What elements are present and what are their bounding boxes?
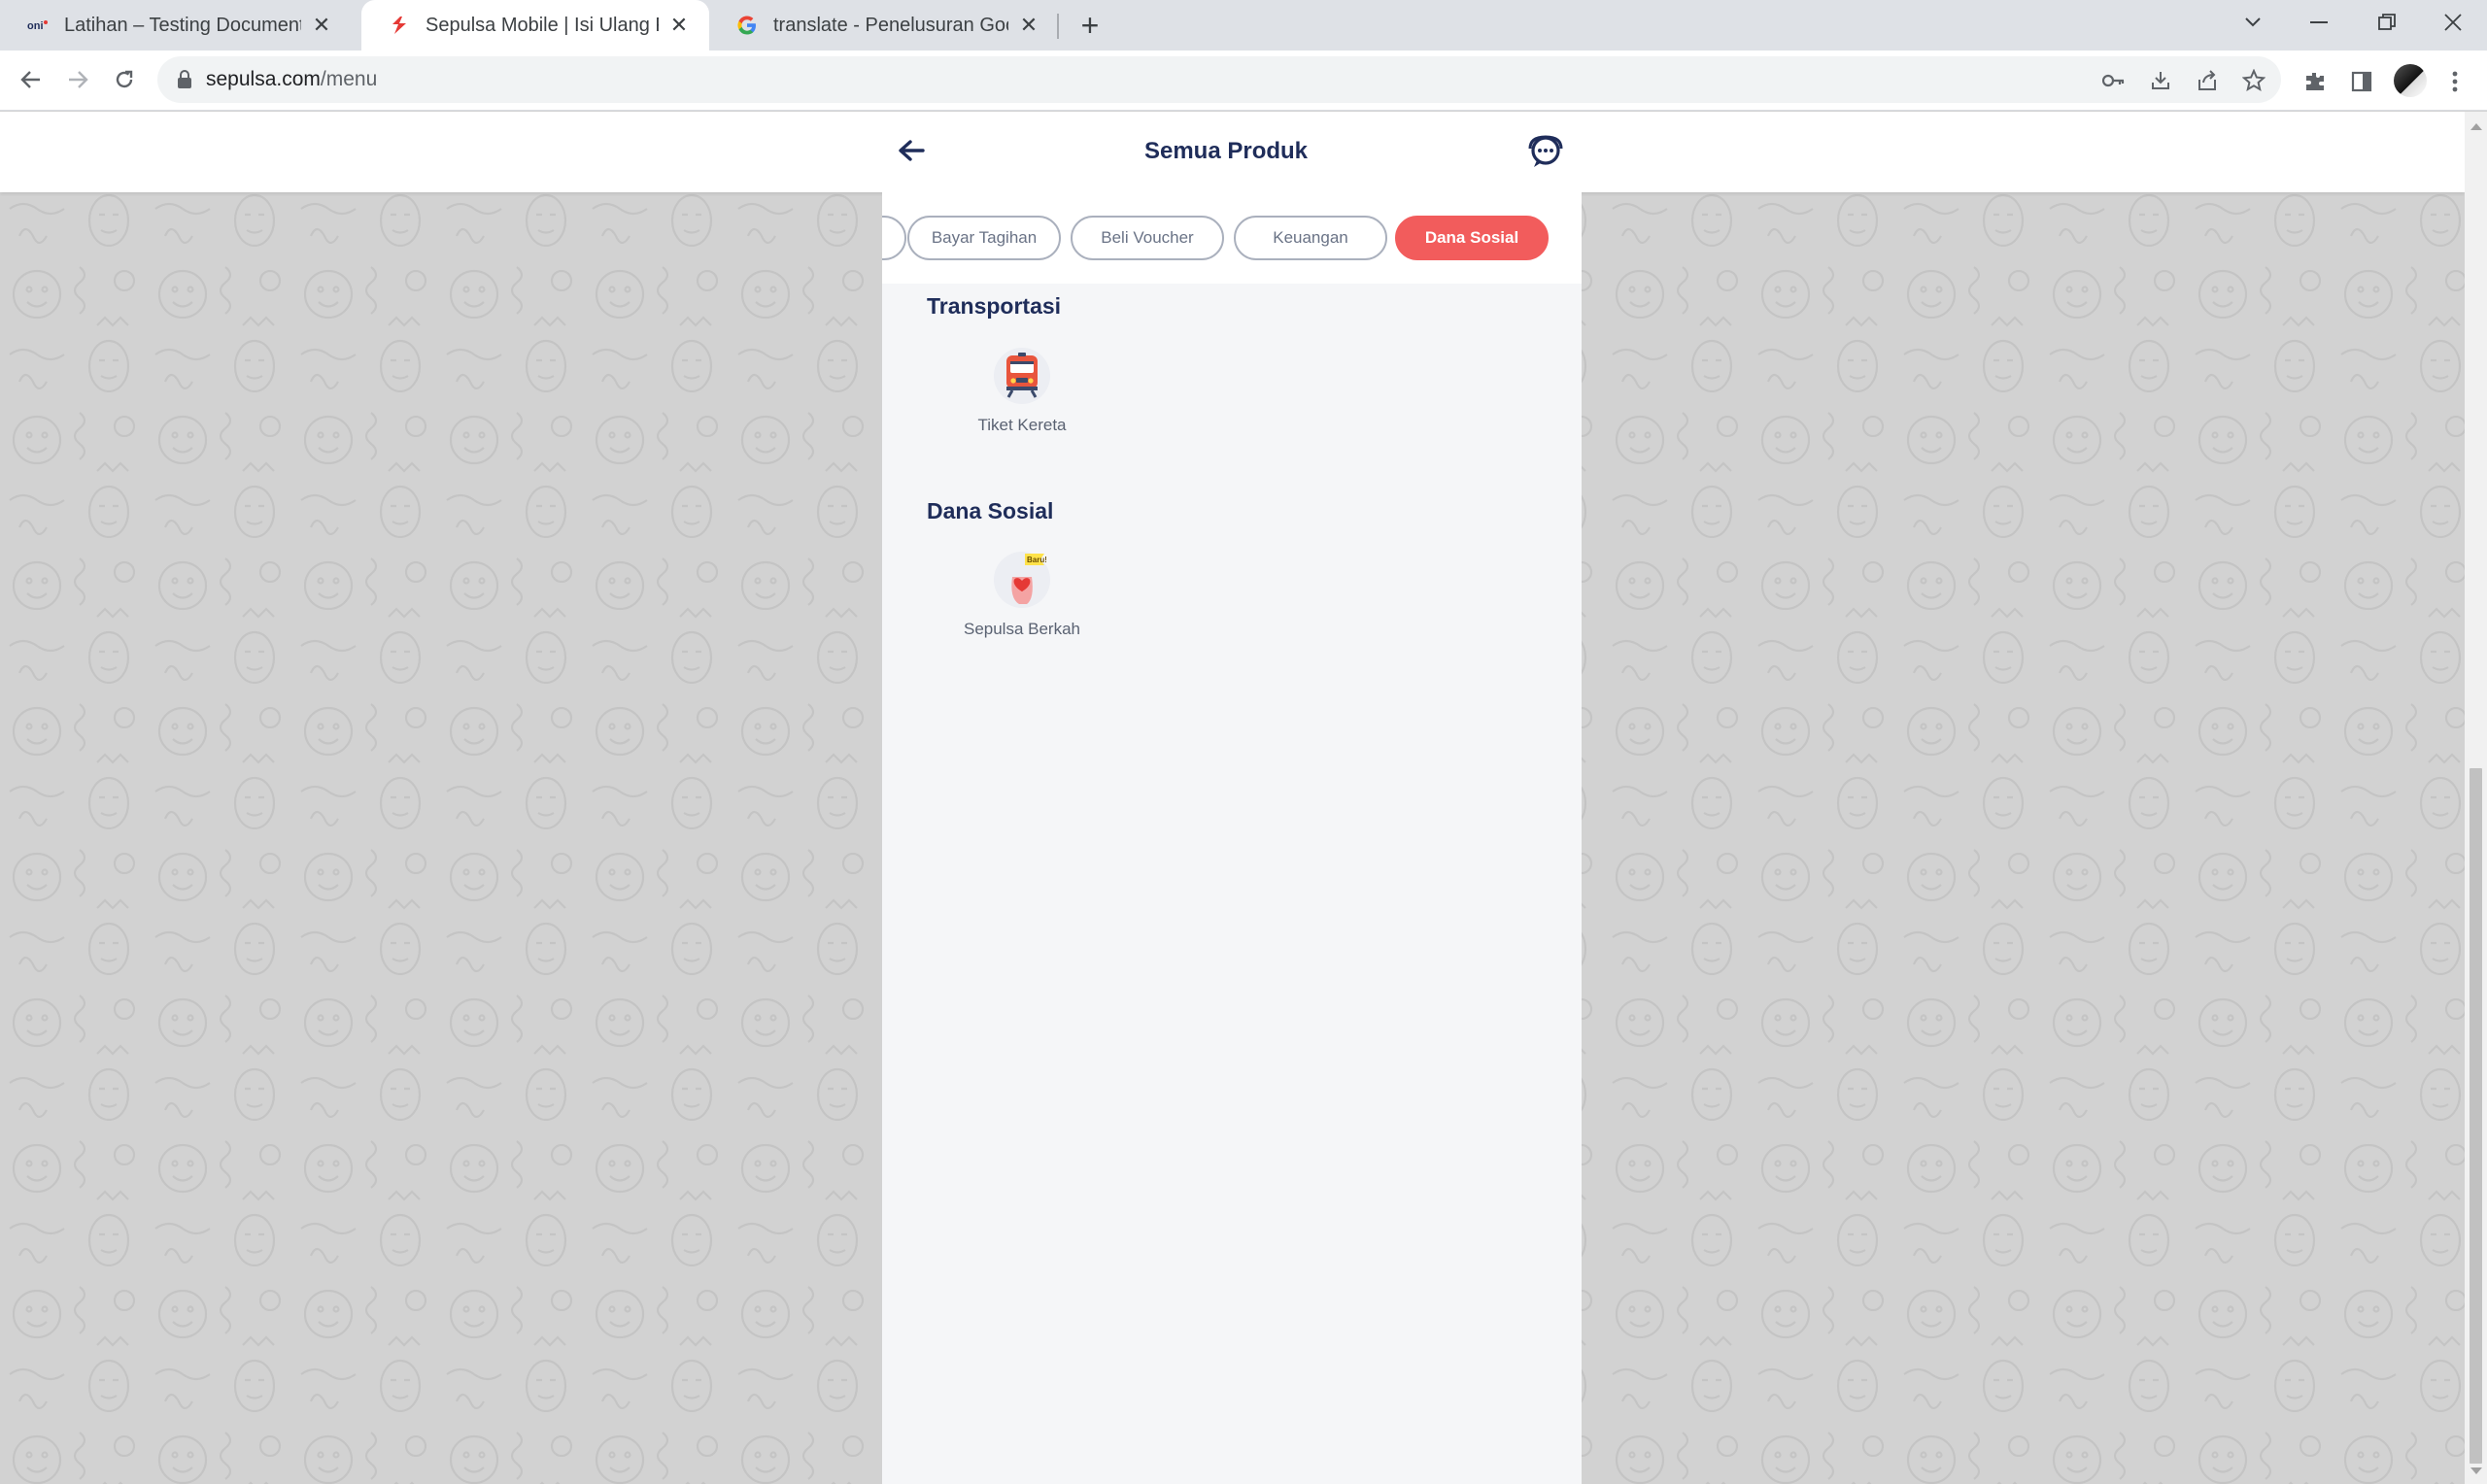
back-arrow-icon[interactable] [894,133,929,168]
tab-title: translate - Penelusuran Google [773,14,1008,36]
app-header: Semua Produk [0,112,2465,192]
category-tab-dana-sosial[interactable]: Dana Sosial [1395,216,1549,260]
back-icon[interactable] [10,58,52,101]
page-viewport: Semua Produk Bayar Tagihan Beli Voucher … [0,112,2465,1484]
lock-icon[interactable] [177,70,192,94]
section-title-transportasi: Transportasi [927,293,1062,319]
url-domain: sepulsa.com [206,68,321,90]
oni-favicon: oni [27,15,49,36]
scroll-up-icon[interactable] [2470,123,2482,130]
menu-kebab-icon[interactable] [2438,65,2471,98]
share-icon[interactable] [2193,66,2222,95]
donation-heart-icon: Baru! [994,552,1050,608]
category-tab-bayar-tagihan[interactable]: Bayar Tagihan [907,216,1061,260]
customer-service-chat-icon[interactable] [1527,133,1564,170]
category-tab-keuangan[interactable]: Keuangan [1234,216,1387,260]
page-title: Semua Produk [1143,138,1309,164]
browser-toolbar: sepulsa.com/menu [0,51,2487,111]
product-label: Sepulsa Berkah [963,620,1081,638]
category-tab-beli-voucher[interactable]: Beli Voucher [1071,216,1224,260]
address-bar[interactable]: sepulsa.com/menu [157,56,2281,103]
new-tab-icon[interactable]: + [1073,8,1107,43]
svg-text:oni: oni [27,20,44,32]
product-panel: Bayar Tagihan Beli Voucher Keuangan Dana… [882,192,1582,1484]
section-title-dana-sosial: Dana Sosial [927,498,1054,523]
close-icon[interactable]: ✕ [666,13,692,38]
train-icon [994,348,1050,404]
close-icon[interactable]: ✕ [309,13,334,38]
bookmark-star-icon[interactable] [2239,66,2268,95]
url-path: /menu [320,68,378,90]
side-panel-icon[interactable] [2345,65,2378,98]
page-scrollbar[interactable] [2465,112,2487,1484]
category-tab-partial[interactable] [882,216,906,260]
tab-divider [1057,14,1059,39]
profile-avatar[interactable] [2394,64,2427,97]
google-favicon [736,15,758,36]
scroll-thumb[interactable] [2470,768,2482,1464]
sepulsa-favicon [389,15,410,36]
tab-title: Latihan – Testing Documentation [64,14,301,36]
scroll-down-icon[interactable] [2470,1467,2482,1474]
browser-tab-latihan[interactable]: oni Latihan – Testing Documentation ✕ [0,0,352,51]
browser-tab-sepulsa[interactable]: Sepulsa Mobile | Isi Ulang Pulsa S ✕ [361,0,709,51]
close-icon[interactable]: ✕ [1016,13,1041,38]
tab-title: Sepulsa Mobile | Isi Ulang Pulsa S [426,14,659,36]
extensions-icon[interactable] [2299,65,2332,98]
install-icon[interactable] [2146,66,2175,95]
product-sepulsa-berkah[interactable]: Baru! Sepulsa Berkah [954,552,1090,639]
forward-icon[interactable] [56,58,99,101]
product-tiket-kereta[interactable]: Tiket Kereta [954,348,1090,435]
minimize-icon[interactable] [2285,0,2353,45]
browser-tab-google[interactable]: translate - Penelusuran Google ✕ [709,0,1059,51]
category-tabs: Bayar Tagihan Beli Voucher Keuangan Dana… [882,192,1582,284]
restore-icon[interactable] [2353,0,2421,45]
tab-search-icon[interactable] [2219,0,2287,45]
url-text: sepulsa.com/menu [206,68,377,91]
reload-icon[interactable] [103,58,146,101]
new-badge: Baru! [1027,556,1046,564]
product-label: Tiket Kereta [977,416,1067,434]
key-icon[interactable] [2099,66,2129,95]
browser-tabstrip: oni Latihan – Testing Documentation ✕ Se… [0,0,2487,51]
close-window-icon[interactable] [2419,0,2487,45]
